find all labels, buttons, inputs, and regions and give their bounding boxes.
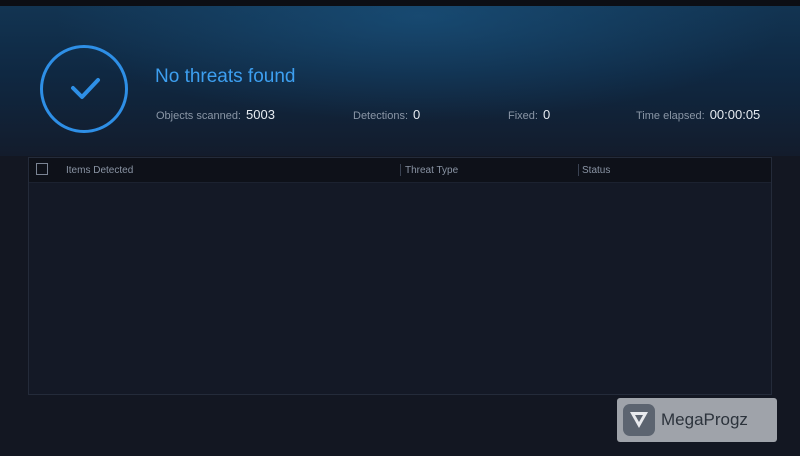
stat-detections-label: Detections: [353,110,409,122]
column-header-threat-type[interactable]: Threat Type [405,165,458,176]
stat-detections: Detections: 0 [353,107,420,122]
scan-summary-header: No threats found Objects scanned: 5003 De… [0,6,800,156]
stat-time-elapsed-value: 00:00:05 [709,107,761,122]
select-all-checkbox[interactable] [36,163,48,175]
stat-objects-scanned-label: Objects scanned: [156,110,241,122]
column-header-items-detected[interactable]: Items Detected [66,165,133,176]
result-title: No threats found [155,66,296,87]
checkmark-icon [71,78,100,99]
table-header: Items Detected Threat Type Status [29,158,771,183]
stat-fixed-label: Fixed: [508,110,538,122]
column-divider[interactable] [578,164,579,176]
stat-objects-scanned: Objects scanned: 5003 [156,107,275,122]
stat-fixed: Fixed: 0 [508,107,550,122]
stat-time-elapsed-label: Time elapsed: [636,110,705,122]
stat-time-elapsed: Time elapsed: 00:00:05 [636,107,760,122]
stat-fixed-value: 0 [542,107,551,122]
column-header-status[interactable]: Status [582,165,610,176]
watermark-text: MegaProgz [661,410,748,429]
megaprogz-logo-icon [623,404,655,436]
status-ring [40,45,128,133]
detections-table: Items Detected Threat Type Status [28,157,772,395]
stat-objects-scanned-value: 5003 [246,107,275,122]
column-divider[interactable] [400,164,401,176]
stat-detections-value: 0 [413,107,421,122]
megaprogz-watermark: MegaProgz [617,398,777,442]
